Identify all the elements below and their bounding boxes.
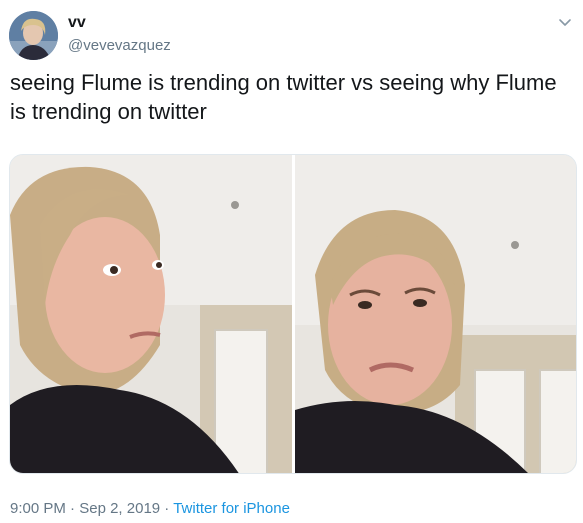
tweet-header: vv @vevevazquez	[9, 10, 575, 60]
footer-separator: ·	[70, 500, 76, 517]
tweet-footer: 9:00 PM · Sep 2, 2019 · Twitter for iPho…	[10, 500, 290, 517]
tweet-media[interactable]	[9, 154, 577, 474]
meme-image-left[interactable]	[10, 155, 292, 473]
tweet-card: vv @vevevazquez seeing Flume is trending…	[0, 0, 583, 523]
chevron-down-icon[interactable]	[555, 12, 575, 32]
tweet-text: seeing Flume is trending on twitter vs s…	[10, 70, 557, 124]
avatar[interactable]	[9, 11, 58, 60]
meme-image-right[interactable]	[295, 155, 576, 473]
tweet-time[interactable]: 9:00 PM	[10, 500, 66, 517]
author-display-name[interactable]: vv	[68, 14, 86, 32]
tweet-date[interactable]: Sep 2, 2019	[79, 500, 160, 517]
author-handle[interactable]: @vevevazquez	[68, 37, 171, 54]
footer-separator: ·	[164, 500, 170, 517]
tweet-source-link[interactable]: Twitter for iPhone	[173, 500, 290, 517]
